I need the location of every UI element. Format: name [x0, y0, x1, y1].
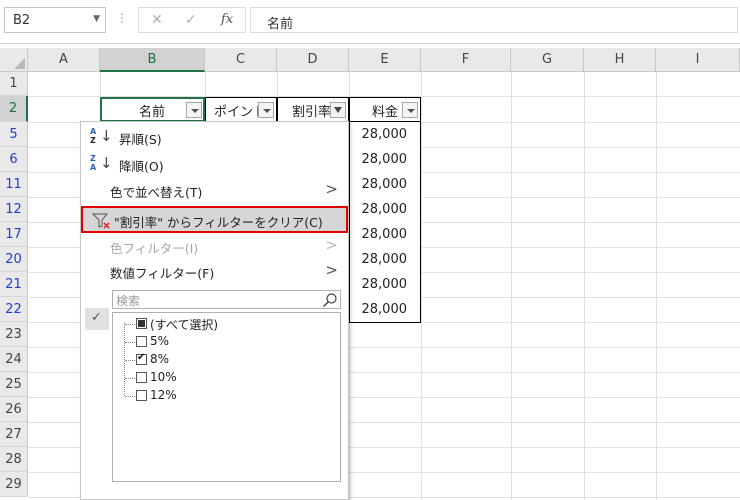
column-header-b[interactable]: B — [100, 48, 205, 72]
header-cell-discount[interactable]: 割引率 — [277, 97, 349, 122]
row-header[interactable]: 29 — [0, 472, 28, 497]
row-header[interactable]: 25 — [0, 372, 28, 397]
column-header-c[interactable]: C — [205, 48, 277, 72]
row-header[interactable]: 20 — [0, 247, 28, 272]
formula-bar: B2 ▼ ⋮ ✕ ✓ fx 名前 — [0, 0, 740, 44]
row-header[interactable]: 26 — [0, 397, 28, 422]
sort-ascending-icon: A Z ↓ — [90, 127, 113, 145]
sort-descending-icon: Z A ↓ — [90, 154, 113, 172]
row-header[interactable]: 22 — [0, 297, 28, 322]
name-box[interactable]: B2 ▼ — [4, 7, 106, 33]
header-cell-points[interactable]: ポイント — [205, 97, 277, 122]
chevron-down-icon[interactable]: ▼ — [93, 14, 100, 24]
list-item-select-all[interactable]: (すべて選択) — [113, 315, 333, 333]
column-header-h[interactable]: H — [584, 48, 656, 72]
row-header[interactable]: 28 — [0, 447, 28, 472]
row-header[interactable]: 1 — [0, 72, 28, 96]
row-header[interactable]: 2 — [0, 96, 28, 122]
formula-tools: ✕ ✓ fx — [138, 7, 246, 33]
search-input[interactable]: 検索 — [112, 290, 341, 309]
column-header-f[interactable]: F — [421, 48, 511, 72]
column-header-e[interactable]: E — [349, 48, 421, 72]
row-header[interactable]: 5 — [0, 122, 28, 147]
sort-ascending-item[interactable]: A Z ↓ 昇順(S) — [81, 124, 348, 150]
sort-by-color-item[interactable]: 色で並べ替え(T) > — [81, 177, 348, 203]
enter-icon[interactable]: ✓ — [185, 12, 197, 28]
filter-dropdown-button[interactable] — [402, 102, 418, 118]
clear-filter-icon — [92, 213, 110, 229]
fee-cell[interactable]: 28,000 — [349, 172, 421, 198]
row-header[interactable]: 27 — [0, 422, 28, 447]
fee-cell[interactable]: 28,000 — [349, 247, 421, 273]
fee-cell[interactable]: 28,000 — [349, 197, 421, 223]
number-filter-item[interactable]: 数値フィルター(F) > — [81, 258, 348, 284]
row-header[interactable]: 11 — [0, 172, 28, 197]
fee-cell[interactable]: 28,000 — [349, 147, 421, 173]
insert-function-icon[interactable]: fx — [221, 12, 233, 27]
checkbox[interactable] — [136, 352, 147, 365]
autofilter-menu: A Z ↓ 昇順(S) Z A ↓ 降順(O) 色で並べ替え(T) > "割引率" から… — [80, 121, 349, 500]
column-header-g[interactable]: G — [511, 48, 584, 72]
checkbox[interactable] — [136, 372, 147, 383]
column-header-d[interactable]: D — [277, 48, 349, 72]
checkbox[interactable] — [136, 336, 147, 347]
chevron-right-icon: > — [325, 261, 338, 279]
formula-input[interactable]: 名前 — [250, 7, 738, 33]
formula-value: 名前 — [267, 17, 294, 32]
fee-cell[interactable]: 28,000 — [349, 297, 421, 323]
list-item[interactable]: 5% — [113, 333, 333, 351]
search-icon — [323, 293, 337, 307]
fee-cell[interactable]: 28,000 — [349, 272, 421, 298]
cancel-icon[interactable]: ✕ — [151, 12, 163, 28]
list-item[interactable]: 8% — [113, 351, 333, 369]
row-header[interactable]: 24 — [0, 347, 28, 372]
more-vertical-icon: ⋮ — [116, 11, 128, 25]
list-item[interactable]: 10% — [113, 369, 333, 387]
clear-filter-item[interactable]: "割引率" からフィルターをクリア(C) — [81, 206, 348, 233]
row-header[interactable]: 17 — [0, 222, 28, 247]
header-cell-fee[interactable]: 料金 — [349, 97, 421, 122]
row-header[interactable]: 21 — [0, 272, 28, 297]
row-header[interactable]: 12 — [0, 197, 28, 222]
checkbox[interactable] — [136, 318, 147, 329]
chevron-right-icon: > — [325, 236, 338, 254]
search-placeholder: 検索 — [116, 294, 141, 308]
list-item[interactable]: 12% — [113, 387, 333, 405]
chevron-right-icon: > — [325, 180, 338, 198]
sort-descending-item[interactable]: Z A ↓ 降順(O) — [81, 151, 348, 177]
name-box-value: B2 — [13, 13, 31, 28]
row-header[interactable]: 23 — [0, 322, 28, 347]
color-filter-item: 色フィルター(I) > — [110, 236, 338, 256]
column-header-a[interactable]: A — [28, 48, 100, 72]
row-header[interactable]: 6 — [0, 147, 28, 172]
fee-cell[interactable]: 28,000 — [349, 122, 421, 148]
filter-applied-icon[interactable] — [330, 102, 346, 118]
checkmark-icon: ✓ — [85, 308, 109, 330]
active-cell-outline — [100, 97, 205, 122]
filter-dropdown-button[interactable] — [258, 102, 274, 118]
fee-cell[interactable]: 28,000 — [349, 222, 421, 248]
select-all-corner[interactable] — [0, 48, 28, 72]
checkbox[interactable] — [136, 390, 147, 401]
column-header-i[interactable]: I — [656, 48, 740, 72]
filter-value-list: (すべて選択) 5% 8% 10% 12% — [112, 312, 341, 482]
